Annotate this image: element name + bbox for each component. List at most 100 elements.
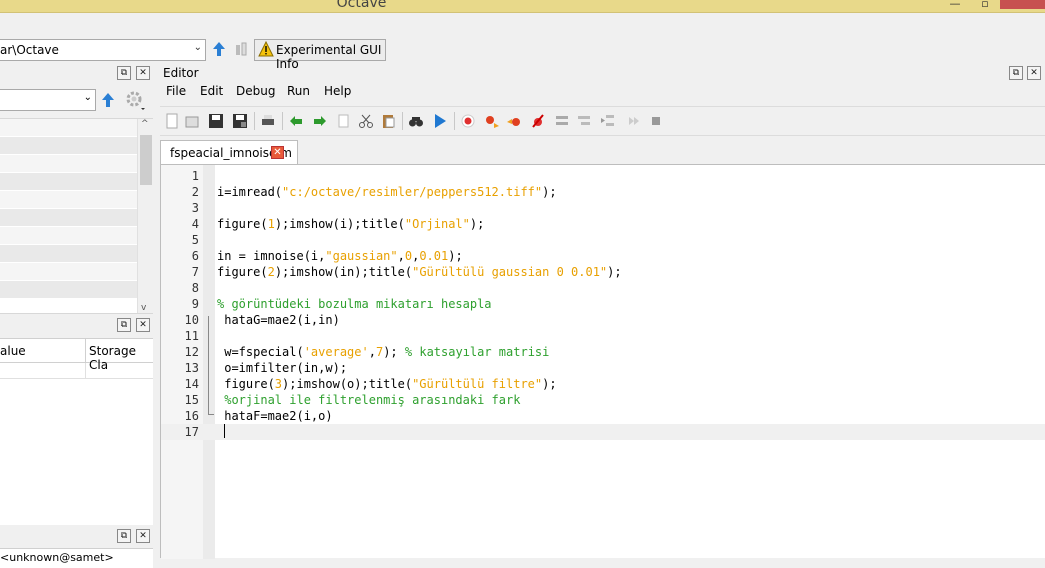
redo-icon[interactable]	[312, 113, 328, 129]
list-item[interactable]	[0, 137, 153, 155]
close-panel-icon[interactable]: ✕	[136, 529, 150, 543]
list-item[interactable]	[0, 173, 153, 191]
line-number: 1	[191, 169, 199, 183]
code-line[interactable]: 8	[161, 280, 1045, 296]
code-line[interactable]: 2 i=imread("c:/octave/resimler/peppers512…	[161, 184, 1045, 200]
code-text[interactable]: % görüntüdeki bozulma mikatarı hesapla	[217, 296, 492, 312]
minimize-icon[interactable]: —	[945, 0, 965, 9]
run-icon[interactable]	[432, 113, 448, 129]
print-icon[interactable]	[260, 113, 276, 129]
stop-icon[interactable]	[648, 113, 664, 129]
code-line[interactable]: 11	[161, 328, 1045, 344]
code-line[interactable]: 4 figure(1);imshow(i);title("Orjinal");	[161, 216, 1045, 232]
save-as-icon[interactable]	[232, 113, 248, 129]
gear-icon[interactable]	[124, 89, 146, 111]
copy-icon[interactable]	[336, 113, 352, 129]
step-icon[interactable]	[626, 113, 642, 129]
experimental-gui-info-button[interactable]: Experimental GUI Info	[254, 39, 386, 71]
code-text[interactable]: figure(1);imshow(i);title("Orjinal");	[217, 216, 484, 232]
code-text[interactable]: figure(3);imshow(o);title("Gürültülü fil…	[217, 376, 556, 392]
chevron-down-icon[interactable]: ⌄	[84, 92, 92, 103]
code-line[interactable]: 1	[161, 168, 1045, 184]
code-line[interactable]: 9 % görüntüdeki bozulma mikatarı hesapla	[161, 296, 1045, 312]
history-list[interactable]: <unknown@samet>	[0, 548, 153, 568]
list-item[interactable]	[0, 209, 153, 227]
undock-icon[interactable]: ⧉	[117, 318, 131, 332]
close-window-button[interactable]	[1000, 0, 1045, 9]
save-icon[interactable]	[208, 113, 224, 129]
scrollbar-thumb[interactable]	[140, 135, 152, 185]
list-item[interactable]	[0, 263, 153, 281]
list-item[interactable]	[0, 245, 153, 263]
close-panel-icon[interactable]: ✕	[1027, 66, 1041, 80]
toggle-breakpoint-icon[interactable]	[460, 113, 476, 129]
cut-icon[interactable]	[358, 113, 374, 129]
new-file-icon[interactable]	[164, 113, 180, 129]
vertical-scrollbar[interactable]: ^ v	[137, 119, 153, 313]
list-item[interactable]	[0, 119, 153, 137]
close-tab-icon[interactable]: ✕	[271, 146, 284, 159]
find-icon[interactable]	[408, 113, 424, 129]
file-browser-path-combo[interactable]: ⌄	[0, 89, 96, 111]
chevron-down-icon[interactable]: ⌄	[194, 42, 202, 53]
list-item[interactable]	[0, 281, 153, 299]
uncomment-icon[interactable]	[576, 113, 592, 129]
code-line[interactable]: 6 in = imnoise(i,"gaussian",0,0.01);	[161, 248, 1045, 264]
workspace-table[interactable]: alue Storage Cla	[0, 338, 153, 525]
previous-breakpoint-icon[interactable]	[506, 113, 522, 129]
next-breakpoint-icon[interactable]	[484, 113, 500, 129]
list-item[interactable]	[0, 191, 153, 209]
code-line[interactable]: 3	[161, 200, 1045, 216]
menu-debug[interactable]: Debug	[236, 84, 275, 98]
menu-file[interactable]: File	[166, 84, 186, 98]
code-lines[interactable]: 1 2 i=imread("c:/octave/resimler/peppers51…	[161, 168, 1045, 440]
code-line[interactable]: 13 o=imfilter(in,w);	[161, 360, 1045, 376]
code-text[interactable]: hataG=mae2(i,in)	[217, 312, 340, 328]
indent-icon[interactable]	[600, 113, 616, 129]
code-text[interactable]: w=fspecial('average',7); % katsayılar ma…	[217, 344, 549, 360]
comment-icon[interactable]	[554, 113, 570, 129]
code-line[interactable]: 12 w=fspecial('average',7); % katsayılar…	[161, 344, 1045, 360]
undock-icon[interactable]: ⧉	[1009, 66, 1023, 80]
menu-help[interactable]: Help	[324, 84, 351, 98]
code-line[interactable]: 5	[161, 232, 1045, 248]
column-header-value[interactable]: alue	[0, 344, 26, 358]
menu-edit[interactable]: Edit	[200, 84, 223, 98]
menu-run[interactable]: Run	[287, 84, 310, 98]
code-text[interactable]: hataF=mae2(i,o)	[217, 408, 332, 424]
code-line[interactable]: 15 %orjinal ile filtrelenmiş arasındaki …	[161, 392, 1045, 408]
code-line[interactable]: 7 figure(2);imshow(in);title("Gürültülü g…	[161, 264, 1045, 280]
undock-icon[interactable]: ⧉	[117, 529, 131, 543]
code-text[interactable]: %orjinal ile filtrelenmiş arasındaki far…	[217, 392, 520, 408]
list-item[interactable]	[0, 227, 153, 245]
tab-fspeacial-imnoise[interactable]: fspeacial_imnoise.m ✕	[160, 140, 298, 164]
browse-folder-icon[interactable]	[233, 40, 249, 58]
undock-icon[interactable]: ⧉	[117, 66, 131, 80]
table-row[interactable]	[0, 363, 153, 379]
close-panel-icon[interactable]: ✕	[136, 318, 150, 332]
paste-icon[interactable]	[380, 113, 396, 129]
code-line[interactable]: 14 figure(3);imshow(o);title("Gürültülü …	[161, 376, 1045, 392]
code-text[interactable]: figure(2);imshow(in);title("Gürültülü ga…	[217, 264, 622, 280]
code-line[interactable]: 16 hataF=mae2(i,o)	[161, 408, 1045, 424]
code-text[interactable]: o=imfilter(in,w);	[217, 360, 347, 376]
undo-icon[interactable]	[288, 113, 304, 129]
parent-directory-icon[interactable]	[211, 40, 227, 58]
parent-directory-icon[interactable]	[100, 91, 116, 109]
open-file-icon[interactable]	[184, 113, 200, 129]
code-token: );imshow(o);title(	[282, 377, 413, 391]
line-number: 4	[191, 217, 199, 231]
code-text[interactable]: i=imread("c:/octave/resimler/peppers512.…	[217, 184, 557, 200]
code-editor[interactable]: 1 2 i=imread("c:/octave/resimler/peppers51…	[160, 164, 1045, 559]
code-line[interactable]: 10 hataG=mae2(i,in)	[161, 312, 1045, 328]
chevron-down-icon[interactable]: v	[141, 303, 146, 313]
code-line[interactable]: 17	[161, 424, 1045, 440]
maximize-icon[interactable]: ▫	[975, 0, 995, 9]
file-list[interactable]: ^ v	[0, 118, 153, 314]
chevron-up-icon[interactable]: ^	[141, 119, 149, 129]
code-text[interactable]: in = imnoise(i,"gaussian",0,0.01);	[217, 248, 463, 264]
remove-breakpoints-icon[interactable]	[530, 113, 546, 129]
list-item[interactable]	[0, 155, 153, 173]
close-panel-icon[interactable]: ✕	[136, 66, 150, 80]
current-directory-combo[interactable]: ar\Octave ⌄	[0, 39, 206, 61]
